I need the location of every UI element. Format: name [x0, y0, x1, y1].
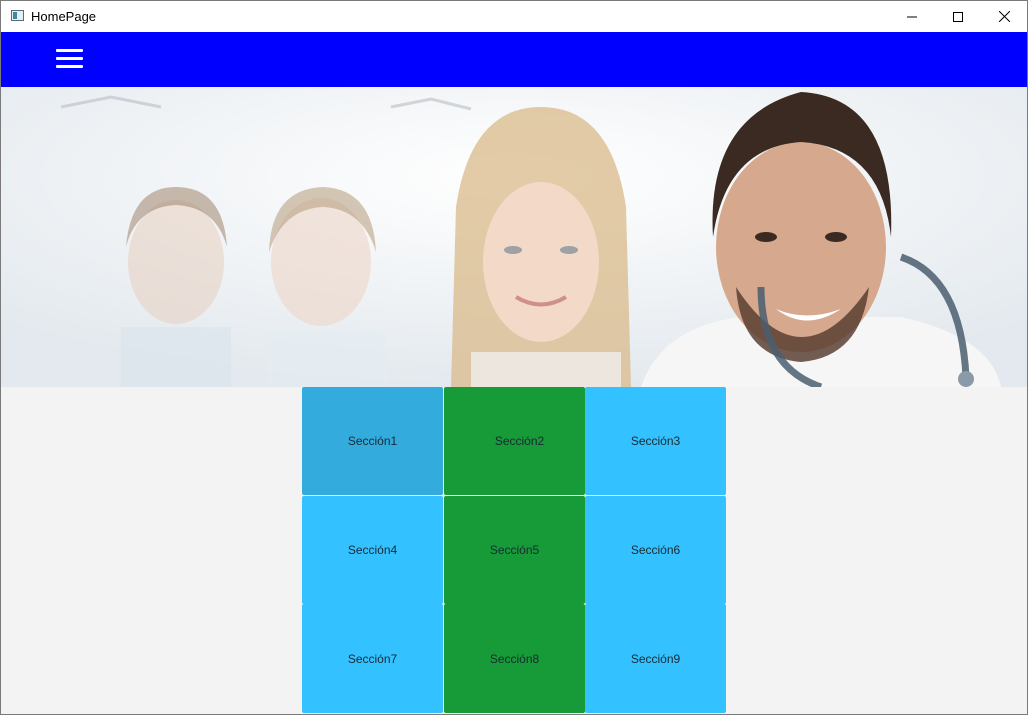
- section-label: Sección7: [347, 651, 398, 666]
- section-label: Sección6: [630, 543, 681, 557]
- section-tile-1[interactable]: Sección1: [302, 387, 443, 495]
- section-tile-5[interactable]: Sección5: [444, 496, 585, 604]
- close-button[interactable]: [981, 1, 1027, 32]
- section-label: Sección8: [489, 651, 540, 666]
- section-label: Sección5: [489, 543, 540, 557]
- section-label: Sección1: [347, 434, 398, 448]
- minimize-icon: [907, 16, 917, 17]
- sections-grid: Sección1 Sección2 Sección3 Sección4 Secc…: [302, 387, 726, 713]
- section-tile-2[interactable]: Sección2: [444, 387, 585, 495]
- minimize-button[interactable]: [889, 1, 935, 32]
- section-label: Sección4: [347, 543, 398, 557]
- maximize-icon: [953, 11, 963, 22]
- title-bar: HomePage: [1, 1, 1027, 32]
- maximize-button[interactable]: [935, 1, 981, 32]
- section-tile-7[interactable]: Sección7: [302, 604, 443, 713]
- app-bar: [1, 32, 1027, 87]
- window-title: HomePage: [31, 9, 97, 24]
- section-label: Sección3: [630, 434, 681, 448]
- doctors-banner-photo: [1, 87, 1027, 387]
- banner-image: [1, 87, 1027, 387]
- close-icon: [998, 11, 1010, 22]
- section-label: Sección9: [630, 651, 681, 666]
- section-label: Sección2: [494, 434, 545, 448]
- section-tile-9[interactable]: Sección9: [585, 604, 726, 713]
- app-icon: [11, 10, 24, 21]
- section-tile-6[interactable]: Sección6: [585, 496, 726, 604]
- section-tile-8[interactable]: Sección8: [444, 604, 585, 713]
- section-tile-4[interactable]: Sección4: [302, 496, 443, 604]
- app-window: HomePage Sección1 Sección2 Sección3 Secc…: [0, 0, 1028, 715]
- section-tile-3[interactable]: Sección3: [585, 387, 726, 495]
- hamburger-menu-icon[interactable]: [56, 49, 83, 69]
